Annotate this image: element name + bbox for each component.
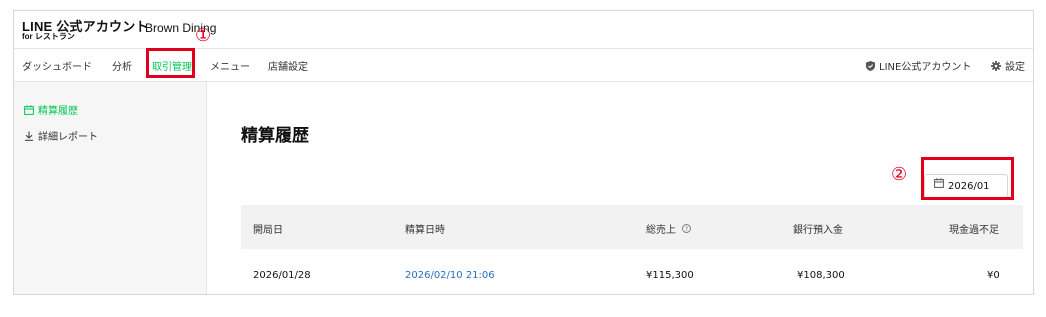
column-header-settlement-datetime: 精算日時 xyxy=(405,225,445,236)
nav-store-settings[interactable]: 店舗設定 xyxy=(268,58,308,73)
svg-text:?: ? xyxy=(685,225,688,233)
column-header-total-sales: 総売上 ? xyxy=(646,221,695,236)
cell-total-sales: ¥115,300 xyxy=(646,270,694,281)
cell-open-date: 2026/01/28 xyxy=(253,270,311,281)
sidebar-item-label: 精算履歴 xyxy=(38,106,78,117)
sidebar: 精算履歴 詳細レポート xyxy=(14,82,207,294)
callout-highlight-2 xyxy=(921,157,1014,200)
calendar-icon xyxy=(24,104,34,118)
column-header-bank-deposit: 銀行預入金 xyxy=(793,225,843,236)
table-header: 開局日 精算日時 総売上 ? 銀行預入金 現金過不足 xyxy=(241,205,1023,249)
shield-icon xyxy=(866,60,875,74)
nav-dashboard[interactable]: ダッシュボード xyxy=(22,58,92,73)
nav-settings[interactable]: 設定 xyxy=(991,58,1025,74)
callout-number-1: ① xyxy=(195,25,212,46)
page-title: 精算履歴 xyxy=(241,126,309,146)
help-icon[interactable]: ? xyxy=(682,224,692,236)
nav-line-account-label: LINE公式アカウント xyxy=(879,62,972,73)
callout-number-2: ② xyxy=(891,164,908,185)
download-icon xyxy=(24,131,34,144)
cell-cash-difference: ¥0 xyxy=(987,270,1000,281)
table-row: 2026/01/28 2026/02/10 21:06 ¥115,300 ¥10… xyxy=(241,249,1023,294)
column-header-label: 総売上 xyxy=(646,225,676,236)
sidebar-item-label: 詳細レポート xyxy=(38,132,98,143)
nav-menu[interactable]: メニュー xyxy=(210,58,250,73)
callout-highlight-1 xyxy=(146,48,195,78)
sidebar-item-settlement-history[interactable]: 精算履歴 xyxy=(24,102,78,118)
gear-icon xyxy=(991,60,1001,74)
cell-bank-deposit: ¥108,300 xyxy=(797,270,845,281)
main-content: 精算履歴 2026/01 開局日 精算日時 総売上 ? 銀行預入金 現金過不足 … xyxy=(207,82,1033,294)
logo-subtitle: for レストラン xyxy=(22,32,75,41)
sidebar-item-detailed-report[interactable]: 詳細レポート xyxy=(24,128,98,144)
nav-analytics[interactable]: 分析 xyxy=(112,58,132,73)
nav-line-account[interactable]: LINE公式アカウント xyxy=(866,58,971,74)
nav-settings-label: 設定 xyxy=(1005,62,1025,73)
column-header-cash-difference: 現金過不足 xyxy=(949,225,999,236)
cell-settlement-datetime-link[interactable]: 2026/02/10 21:06 xyxy=(405,270,495,281)
top-bar: LINE 公式アカウント for レストラン Brown Dining xyxy=(14,11,1033,49)
column-header-open-date: 開局日 xyxy=(253,225,283,236)
